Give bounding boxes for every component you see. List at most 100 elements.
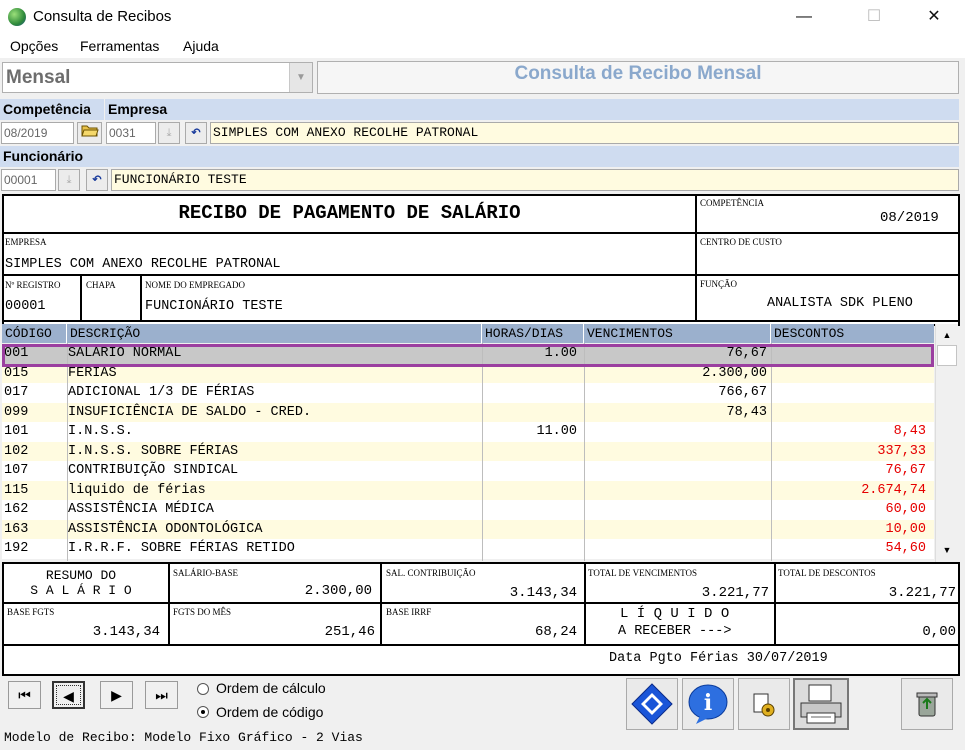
chapa-label: CHAPA [86, 280, 116, 290]
cell-horas [483, 481, 577, 501]
empresa-box-label: EMPRESA [5, 237, 47, 247]
table-row[interactable]: 099 INSUFICIÊNCIA DE SALDO - CRED. 78,43 [2, 402, 934, 423]
table-row[interactable]: 102 I.N.S.S. SOBRE FÉRIAS 337,33 [2, 441, 934, 462]
resumo-line1: RESUMO DO [45, 568, 117, 583]
fgts-mes-value: 251,46 [324, 624, 375, 640]
cell-descricao: ASSISTÊNCIA MÉDICA [68, 502, 214, 517]
empresa-code-field[interactable]: 0031 [106, 122, 156, 144]
chevron-down-icon[interactable]: ▼ [289, 63, 312, 92]
close-button[interactable]: ✕ [911, 0, 957, 34]
cell-descontos: 54,60 [885, 541, 926, 556]
cell-horas [483, 461, 577, 481]
competencia-box-value: 08/2019 [880, 210, 939, 226]
resumo-line2: S A L Á R I O [30, 583, 132, 598]
cell-descricao: ASSISTÊNCIA ODONTOLÓGICA [68, 521, 263, 537]
ordem-codigo-radio[interactable] [197, 706, 209, 718]
menu-opcoes[interactable]: Opções [10, 38, 58, 54]
col-vencimentos[interactable]: VENCIMENTOS [584, 324, 771, 343]
cell-descontos: 337,33 [877, 443, 926, 459]
grid-divider [67, 343, 68, 561]
last-record-button[interactable]: ⏭ [145, 681, 178, 709]
base-irrf-label: BASE IRRF [386, 607, 432, 617]
previous-record-button[interactable]: ◀ [52, 681, 85, 709]
salario-base-value: 2.300,00 [304, 583, 372, 599]
col-descricao[interactable]: DESCRIÇÃO [67, 324, 482, 343]
liquido-line1: L Í Q U I D O [620, 606, 730, 622]
delete-button[interactable] [901, 678, 953, 730]
base-irrf-value: 68,24 [534, 624, 577, 640]
cell-descricao: I.R.R.F. SOBRE FÉRIAS RETIDO [68, 541, 295, 556]
nome-value: FUNCIONÁRIO TESTE [145, 299, 283, 314]
cell-horas [483, 520, 577, 540]
maximize-button[interactable]: ☐ [851, 0, 897, 34]
cell-descontos [772, 383, 926, 403]
undo-icon[interactable]: ↶ [86, 169, 108, 191]
scroll-up-icon[interactable]: ▲ [937, 326, 957, 344]
empresa-label: Empresa [104, 99, 959, 120]
funcionario-label: Funcionário [0, 146, 959, 167]
cell-codigo: 099 [4, 404, 29, 420]
cell-vencimentos [585, 539, 767, 559]
competencia-field[interactable]: 08/2019 [1, 122, 74, 144]
table-row[interactable]: 163 ASSISTÊNCIA ODONTOLÓGICA 10,00 [2, 519, 934, 540]
cell-horas [483, 442, 577, 462]
ordem-codigo-label[interactable]: Ordem de código [216, 704, 323, 720]
mode-select-value: Mensal [6, 67, 71, 88]
cell-codigo: 101 [4, 424, 29, 439]
svg-text:i: i [704, 690, 712, 716]
grid-divider [584, 343, 585, 561]
table-row[interactable]: 107 CONTRIBUIÇÃO SINDICAL 76,67 [2, 461, 934, 481]
cell-horas [483, 500, 577, 520]
recycle-bin-icon [916, 692, 938, 717]
settings-button[interactable] [738, 678, 790, 730]
cell-vencimentos [585, 422, 767, 442]
menu-ajuda[interactable]: Ajuda [183, 38, 219, 54]
col-descontos[interactable]: DESCONTOS [771, 324, 934, 343]
cell-horas [483, 539, 577, 559]
cell-vencimentos [585, 442, 767, 462]
table-row[interactable]: 162 ASSISTÊNCIA MÉDICA 60,00 [2, 500, 934, 520]
print-button[interactable] [793, 678, 849, 730]
cell-descricao: INSUFICIÊNCIA DE SALDO - CRED. [68, 404, 312, 420]
scroll-down-icon[interactable]: ▼ [937, 541, 957, 559]
cell-descricao: I.N.S.S. [68, 424, 133, 439]
scroll-thumb[interactable] [937, 345, 957, 366]
diamond-arrows-icon [631, 683, 673, 725]
cell-vencimentos [585, 500, 767, 520]
download-icon[interactable]: ⤓ [58, 169, 80, 191]
menu-ferramentas[interactable]: Ferramentas [80, 38, 159, 54]
cell-descontos: 2.674,74 [861, 482, 926, 498]
minimize-button[interactable]: — [781, 0, 827, 34]
table-row[interactable]: 017 ADICIONAL 1/3 DE FÉRIAS 766,67 [2, 383, 934, 403]
grid-divider [482, 343, 483, 561]
empresa-name-field: SIMPLES COM ANEXO RECOLHE PATRONAL [210, 122, 959, 144]
liquido-line2: A RECEBER ---> [618, 624, 732, 639]
folder-open-icon[interactable] [77, 122, 102, 144]
next-record-button[interactable]: ▶ [100, 681, 133, 709]
cell-descontos: 76,67 [885, 463, 926, 478]
undo-icon[interactable]: ↶ [185, 122, 207, 144]
sal-contrib-value: 3.143,34 [509, 585, 577, 601]
cell-horas [483, 403, 577, 423]
first-record-button[interactable]: ⏮ [8, 681, 41, 709]
base-fgts-label: BASE FGTS [7, 607, 55, 617]
col-codigo[interactable]: CÓDIGO [2, 324, 67, 343]
funcao-label: FUNÇÃO [700, 279, 738, 289]
download-icon[interactable]: ⤓ [158, 122, 180, 144]
funcionario-code-field[interactable]: 00001 [1, 169, 56, 191]
info-button[interactable]: i [682, 678, 734, 730]
fgts-mes-label: FGTS DO MÊS [173, 607, 232, 617]
registro-value: 00001 [5, 299, 46, 314]
ordem-calculo-label[interactable]: Ordem de cálculo [216, 680, 326, 696]
cell-codigo: 102 [4, 443, 29, 459]
info-icon: i [688, 684, 728, 724]
table-row[interactable]: 101 I.N.S.S. 11.00 8,43 [2, 422, 934, 442]
cell-codigo: 107 [4, 463, 29, 478]
cell-horas: 11.00 [536, 424, 577, 439]
table-row[interactable]: 192 I.R.R.F. SOBRE FÉRIAS RETIDO 54,60 [2, 539, 934, 559]
ordem-calculo-radio[interactable] [197, 683, 209, 695]
recalculate-button[interactable] [626, 678, 678, 730]
table-row[interactable]: 115 liquido de férias 2.674,74 [2, 480, 934, 501]
col-horas[interactable]: HORAS/DIAS [482, 324, 584, 343]
liquido-value: 0,00 [922, 624, 956, 640]
